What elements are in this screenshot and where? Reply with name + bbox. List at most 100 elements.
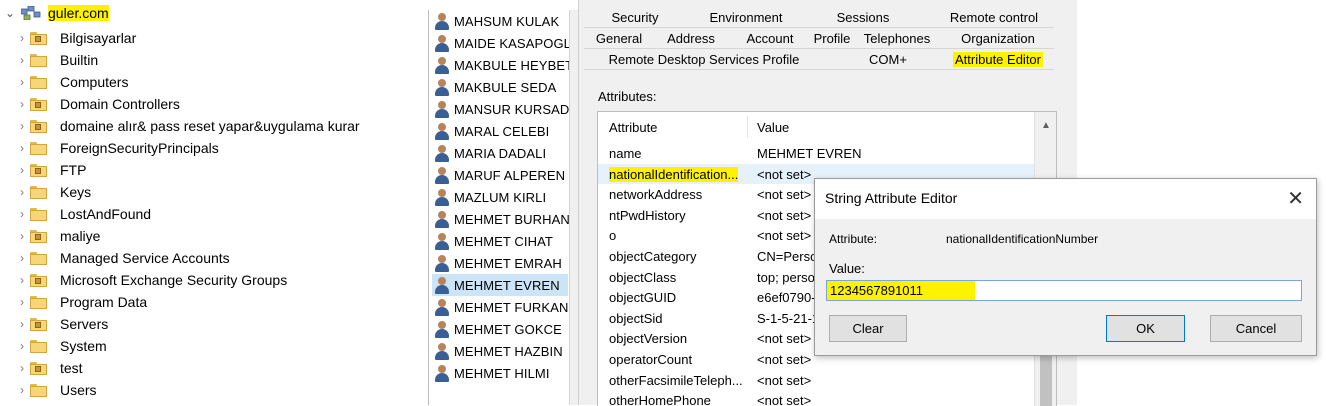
- user-name[interactable]: MEHMET GOKCE: [454, 322, 562, 337]
- tree-item-label[interactable]: Bilgisayarlar: [60, 30, 136, 46]
- user-name[interactable]: MARIA DADALI: [454, 146, 546, 161]
- user-name[interactable]: MARUF ALPEREN: [454, 168, 565, 183]
- attribute-row[interactable]: name MEHMET EVREN: [598, 143, 1034, 164]
- tree-item[interactable]: › ForeignSecurityPrincipals: [0, 137, 219, 159]
- tab-com[interactable]: COM+: [834, 49, 942, 70]
- user-list-item[interactable]: MEHMET CIHAT: [432, 230, 553, 252]
- close-icon[interactable]: ✕: [1287, 186, 1304, 211]
- chevron-right-icon[interactable]: ›: [0, 141, 30, 155]
- attribute-row[interactable]: otherFacsimileTeleph... <not set>: [598, 370, 1034, 391]
- user-name[interactable]: MAKBULE HEYBET: [454, 58, 570, 73]
- tree-item-label[interactable]: Computers: [60, 74, 128, 90]
- user-list-item[interactable]: MEHMET HAZBIN: [432, 340, 563, 362]
- value-input-text[interactable]: 1234567891011: [830, 283, 923, 298]
- tree-item-label[interactable]: Domain Controllers: [60, 96, 180, 112]
- tree-root-domain[interactable]: ⌄ guler.com: [0, 2, 109, 24]
- user-list-item[interactable]: MAHSUM KULAK: [432, 10, 559, 32]
- tree-item-label[interactable]: domaine alır& pass reset yapar&uygulama …: [60, 118, 360, 134]
- chevron-right-icon[interactable]: ›: [0, 295, 30, 309]
- scrollbar-thumb[interactable]: [1040, 352, 1052, 406]
- tree-item[interactable]: › FTP: [0, 159, 86, 181]
- column-separator[interactable]: [747, 116, 748, 138]
- clear-button[interactable]: Clear: [829, 315, 907, 342]
- user-list-item[interactable]: MARAL CELEBI: [432, 120, 549, 142]
- tree-item-label[interactable]: maliye: [60, 228, 100, 244]
- tab-account[interactable]: Account: [734, 28, 806, 49]
- user-name[interactable]: MAIDE KASAPOGL: [454, 36, 570, 51]
- tree-root-label[interactable]: guler.com: [48, 5, 109, 21]
- tree-item-label[interactable]: Keys: [60, 184, 91, 200]
- tree-item[interactable]: › Domain Controllers: [0, 93, 180, 115]
- tab-environment[interactable]: Environment: [682, 7, 810, 28]
- tree-item-label[interactable]: ForeignSecurityPrincipals: [60, 140, 219, 156]
- tree-item-label[interactable]: Microsoft Exchange Security Groups: [60, 272, 287, 288]
- tree-item[interactable]: › Microsoft Exchange Security Groups: [0, 269, 287, 291]
- chevron-right-icon[interactable]: ›: [0, 207, 30, 221]
- chevron-right-icon[interactable]: ›: [0, 251, 30, 265]
- user-list-item[interactable]: MEHMET EMRAH: [432, 252, 562, 274]
- user-name[interactable]: MAKBULE SEDA: [454, 80, 556, 95]
- user-list-item[interactable]: MANSUR KURSAD: [432, 98, 569, 120]
- user-name[interactable]: MEHMET EMRAH: [454, 256, 562, 271]
- user-name[interactable]: MEHMET EVREN: [454, 278, 560, 293]
- tree-item[interactable]: › Bilgisayarlar: [0, 27, 136, 49]
- user-name[interactable]: MEHMET HAZBIN: [454, 344, 563, 359]
- column-header-attribute[interactable]: Attribute: [609, 112, 749, 142]
- chevron-right-icon[interactable]: ›: [0, 185, 30, 199]
- tree-item[interactable]: › Servers: [0, 313, 108, 335]
- chevron-right-icon[interactable]: ›: [0, 31, 30, 45]
- user-list-item[interactable]: MARUF ALPEREN: [432, 164, 565, 186]
- chevron-right-icon[interactable]: ›: [0, 119, 30, 133]
- chevron-right-icon[interactable]: ›: [0, 53, 30, 67]
- tree-item-label[interactable]: Program Data: [60, 294, 147, 310]
- chevron-right-icon[interactable]: ›: [0, 163, 30, 177]
- tab-address[interactable]: Address: [651, 28, 731, 49]
- tree-item-label[interactable]: LostAndFound: [60, 206, 151, 222]
- tab-telephones[interactable]: Telephones: [857, 28, 937, 49]
- tab-remote-desktop-services-profile[interactable]: Remote Desktop Services Profile: [589, 49, 819, 70]
- tree-item[interactable]: › LostAndFound: [0, 203, 151, 225]
- tab-general[interactable]: General: [589, 28, 649, 49]
- user-name[interactable]: MEHMET BURHAN: [454, 212, 570, 227]
- tree-item[interactable]: › Users: [0, 379, 97, 401]
- tree-item[interactable]: › Program Data: [0, 291, 147, 313]
- user-name[interactable]: MEHMET CIHAT: [454, 234, 553, 249]
- tab-remote-control[interactable]: Remote control: [915, 7, 1073, 28]
- tab-sessions[interactable]: Sessions: [813, 7, 913, 28]
- chevron-right-icon[interactable]: ›: [0, 361, 30, 375]
- chevron-right-icon[interactable]: ›: [0, 383, 30, 397]
- user-name[interactable]: MAHSUM KULAK: [454, 14, 559, 29]
- user-list-item[interactable]: MEHMET EVREN: [432, 274, 568, 296]
- chevron-right-icon[interactable]: ›: [0, 317, 30, 331]
- chevron-right-icon[interactable]: ›: [0, 229, 30, 243]
- chevron-right-icon[interactable]: ›: [0, 339, 30, 353]
- tree-item-label[interactable]: Users: [60, 382, 97, 398]
- chevron-right-icon[interactable]: ›: [0, 75, 30, 89]
- attribute-row[interactable]: otherHomePhone <not set>: [598, 390, 1034, 406]
- scroll-up-arrow-icon[interactable]: ▲: [1041, 120, 1051, 131]
- user-list-item[interactable]: MAKBULE SEDA: [432, 76, 556, 98]
- tree-item[interactable]: › domaine alır& pass reset yapar&uygulama…: [0, 115, 360, 137]
- tree-item-label[interactable]: Servers: [60, 316, 108, 332]
- user-name[interactable]: MARAL CELEBI: [454, 124, 549, 139]
- tree-item[interactable]: › test: [0, 357, 83, 379]
- tree-item-label[interactable]: test: [60, 360, 83, 376]
- tab-security[interactable]: Security: [590, 7, 680, 28]
- user-name[interactable]: MEHMET HILMI: [454, 366, 550, 381]
- tab-attribute-editor[interactable]: Attribute Editor: [945, 49, 1051, 70]
- tree-item[interactable]: › maliye: [0, 225, 100, 247]
- user-name[interactable]: MAZLUM KIRLI: [454, 190, 546, 205]
- user-list-scrollbar[interactable]: [569, 10, 578, 405]
- user-list-item[interactable]: MARIA DADALI: [432, 142, 546, 164]
- cancel-button[interactable]: Cancel: [1210, 315, 1302, 342]
- chevron-right-icon[interactable]: ›: [0, 97, 30, 111]
- chevron-down-icon[interactable]: ⌄: [5, 6, 15, 20]
- user-list-item[interactable]: MAZLUM KIRLI: [432, 186, 546, 208]
- user-list-item[interactable]: MEHMET GOKCE: [432, 318, 562, 340]
- user-name[interactable]: MEHMET FURKAN: [454, 300, 568, 315]
- tree-item-label[interactable]: System: [60, 338, 107, 354]
- chevron-right-icon[interactable]: ›: [0, 273, 30, 287]
- user-name[interactable]: MANSUR KURSAD: [454, 102, 569, 117]
- tree-item[interactable]: › Computers: [0, 71, 128, 93]
- tree-item-label[interactable]: Managed Service Accounts: [60, 250, 230, 266]
